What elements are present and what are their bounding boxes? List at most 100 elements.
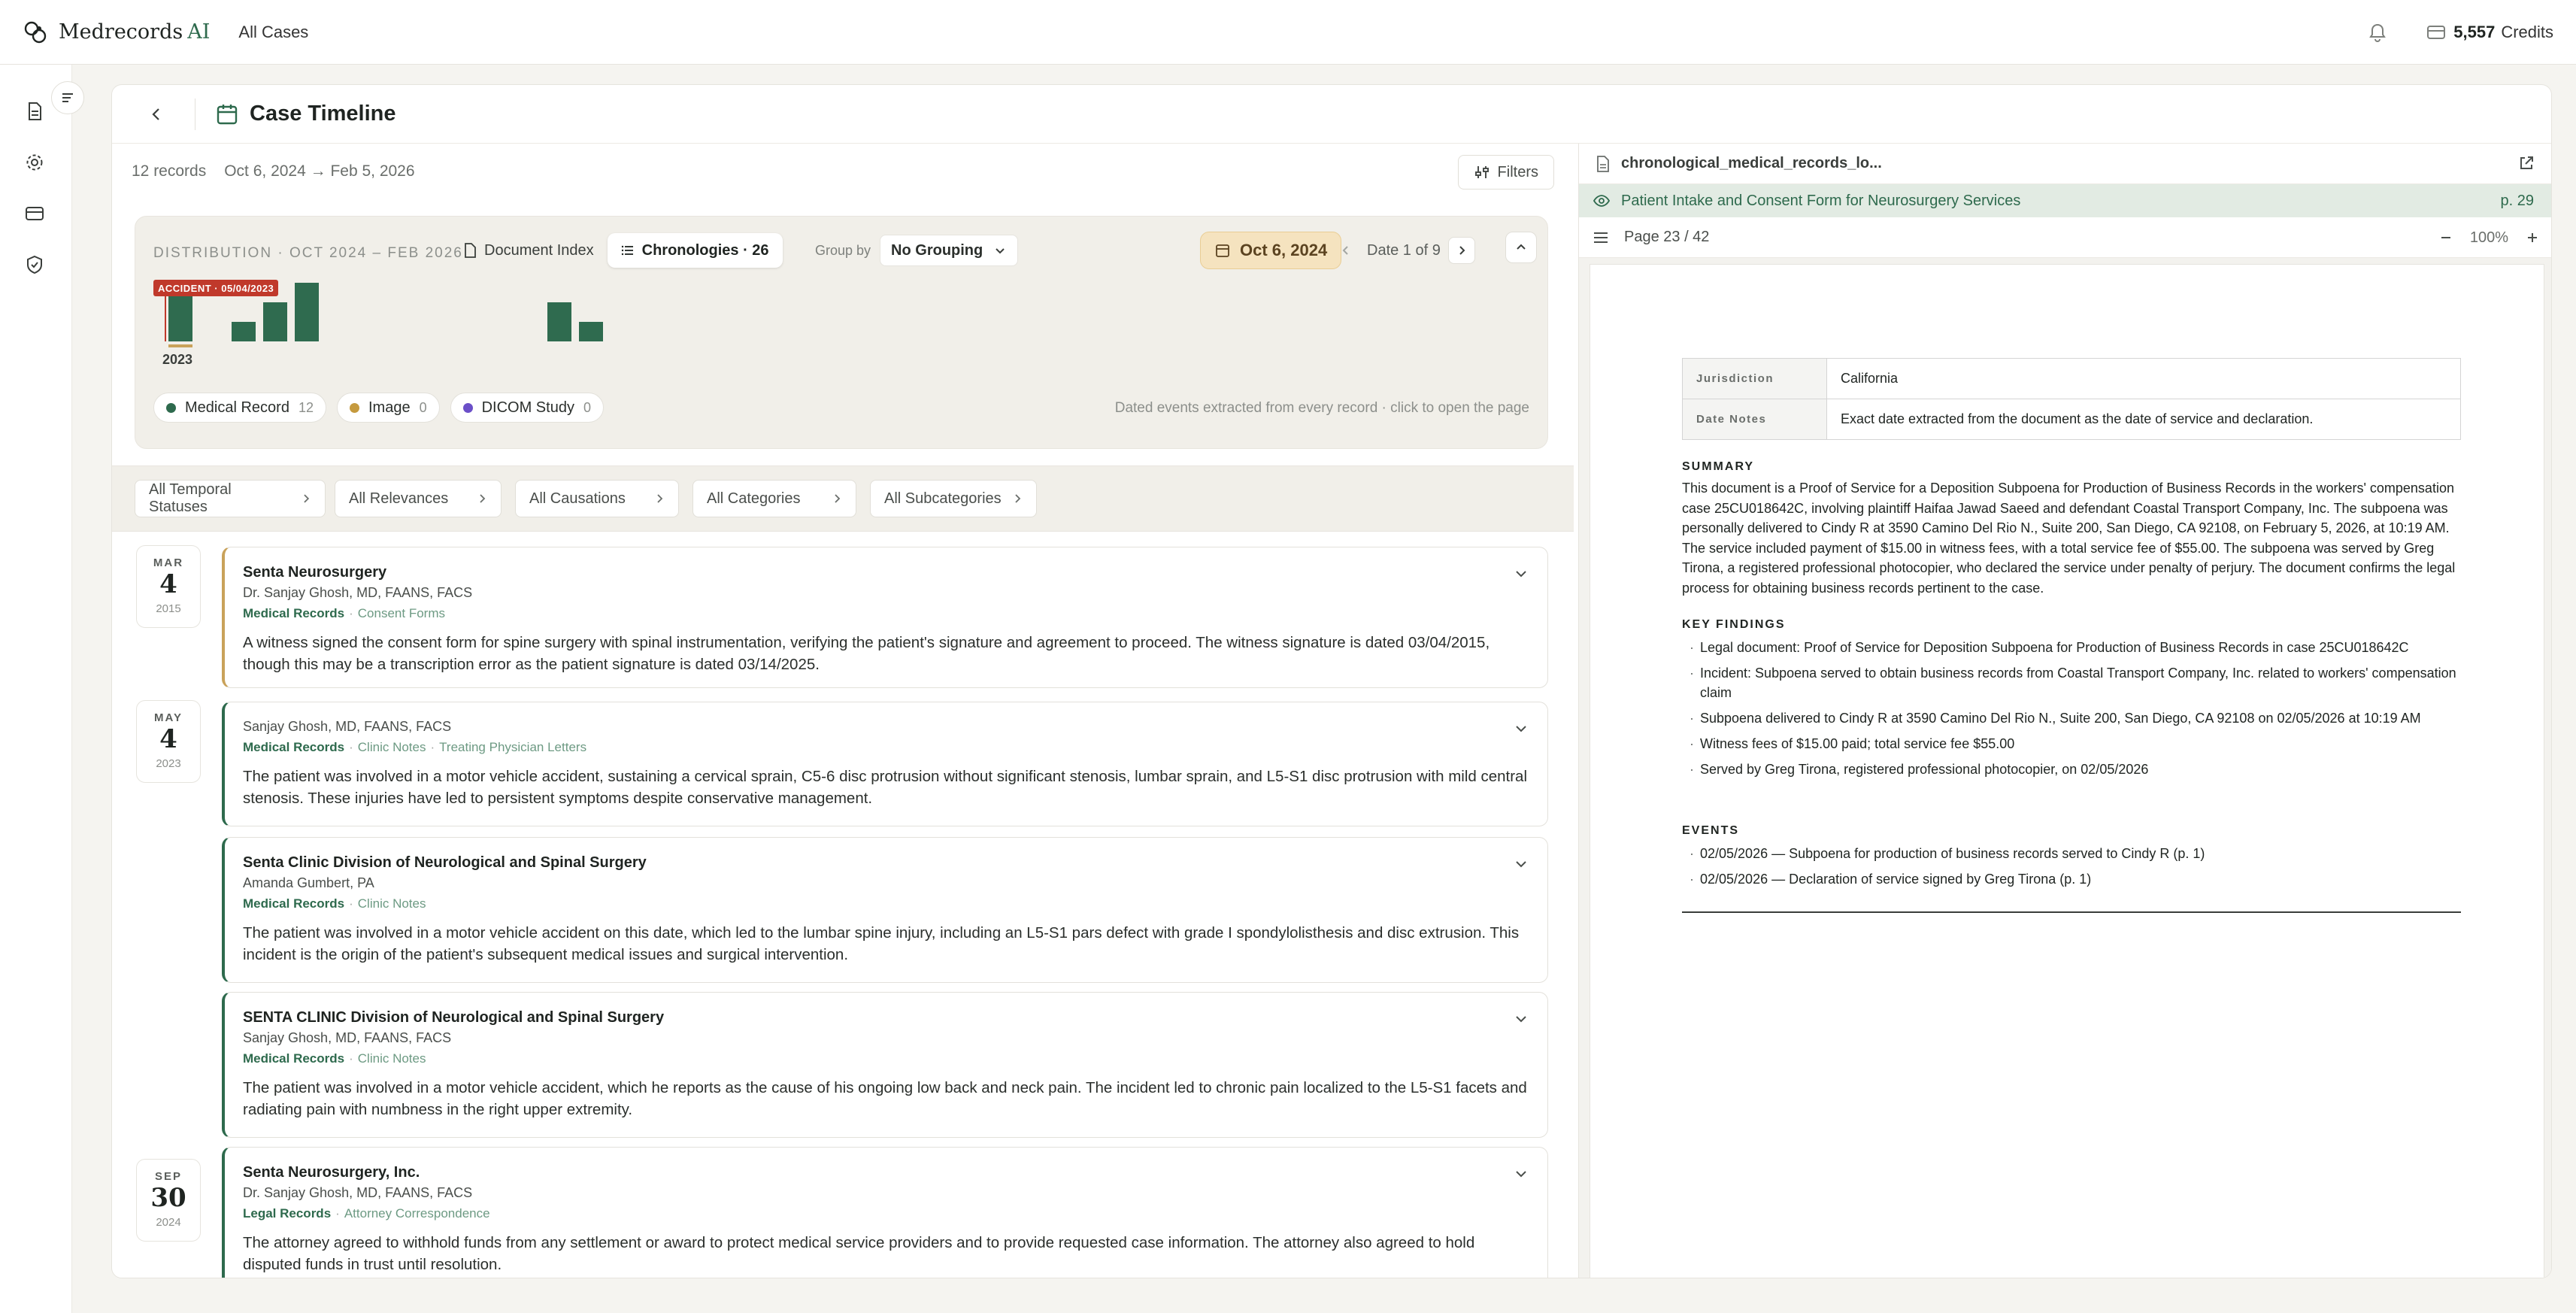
histogram-bar[interactable] [168, 293, 192, 341]
credit-card-icon [2427, 26, 2446, 39]
menu-icon[interactable] [1593, 231, 1609, 244]
sliders-icon [1474, 166, 1489, 178]
record-type-legend: Medical Record 12 Image 0 DICOM Study 0 [153, 393, 614, 423]
document-banner[interactable]: Patient Intake and Consent Form for Neur… [1579, 184, 2551, 217]
zoom-controls: 100% [2438, 217, 2540, 258]
date-position: Date 1 of 9 [1367, 241, 1441, 259]
accident-tag[interactable]: ACCIDENT · 05/04/2023 [153, 280, 279, 296]
legend-dot [462, 402, 473, 413]
list-item: 02/05/2026 — Subpoena for production of … [1690, 844, 2456, 863]
histogram-bar[interactable] [579, 322, 603, 341]
documents-nav[interactable] [21, 98, 48, 125]
timeline-event[interactable]: Senta Neurosurgery Dr. Sanjay Ghosh, MD,… [222, 547, 1548, 688]
zoom-in-icon[interactable] [2525, 230, 2540, 245]
event-tags: Medical Records · Clinic Notes · Treating Ph… [243, 740, 587, 754]
chevron-down-icon[interactable] [1513, 1166, 1529, 1182]
chevron-down-icon[interactable] [1513, 1011, 1529, 1027]
list-item: 02/05/2026 — Declaration of service sign… [1690, 869, 2456, 889]
side-rail [0, 65, 72, 1313]
chevron-right-icon [1459, 246, 1465, 255]
breadcrumb-all-cases[interactable]: All Cases [238, 23, 308, 42]
chevron-right-icon [1015, 494, 1021, 503]
summary-text: This document is a Proof of Service for … [1682, 481, 2456, 596]
event-subcategory: Clinic Notes [357, 896, 426, 911]
credits-display[interactable]: 5,557 Credits [2426, 23, 2553, 42]
billing-nav[interactable] [21, 200, 48, 227]
histogram-bar[interactable] [295, 283, 319, 341]
document-file-name[interactable]: chronological_medical_records_lo... [1621, 155, 1882, 172]
list-item: Served by Greg Tirona, registered profes… [1690, 760, 2456, 779]
document-icon [29, 102, 41, 120]
events-heading: EVENTS [1682, 824, 1740, 837]
filter-subcategory[interactable]: All Subcategories [870, 480, 1037, 517]
chevron-down-icon[interactable] [1513, 566, 1529, 582]
event-facility: Senta Neurosurgery, Inc. [243, 1164, 420, 1181]
date-month: MAR [153, 556, 184, 569]
filter-temporal-status[interactable]: All Temporal Statuses [135, 480, 326, 517]
distribution-title: DISTRIBUTION · OCT 2024 – FEB 2026 [153, 245, 463, 261]
chevron-down-icon[interactable] [1513, 856, 1529, 872]
event-provider: Amanda Gumbert, PA [243, 875, 374, 890]
filter-causation[interactable]: All Causations [515, 480, 679, 517]
filter-relevance[interactable]: All Relevances [335, 480, 502, 517]
histogram-bar[interactable] [547, 302, 571, 341]
logo-icon [24, 21, 47, 43]
credits-label: Credits [2501, 23, 2553, 41]
timeline-event[interactable]: Sanjay Ghosh, MD, FAANS, FACS Medical Re… [222, 702, 1548, 826]
event-tags: Medical Records · Clinic Notes [243, 896, 426, 911]
legend-dicom-study[interactable]: DICOM Study 0 [450, 393, 604, 423]
chevron-down-icon [996, 248, 1005, 254]
current-date-chip[interactable]: Oct 6, 2024 [1200, 232, 1342, 269]
histogram-bar[interactable] [263, 302, 287, 341]
timeline-pane: 12 records Oct 6, 2024 → Feb 5, 2026 Fil… [112, 144, 1574, 1278]
group-by-control: Group by No Grouping [815, 232, 1019, 269]
event-tags: Medical Records · Clinic Notes [243, 1051, 426, 1066]
prev-date-button[interactable] [1332, 237, 1359, 264]
list-item: Witness fees of $15.00 paid; total servi… [1690, 734, 2456, 754]
chevron-left-icon [152, 108, 159, 120]
document-banner-page: p. 29 [2500, 192, 2534, 209]
distribution-panel: DISTRIBUTION · OCT 2024 – FEB 2026 Docum… [135, 216, 1548, 449]
security-nav[interactable] [21, 251, 48, 278]
table-row: Jurisdiction California [1682, 358, 2461, 399]
date-navigator: Date 1 of 9 [1332, 232, 1475, 269]
zoom-out-icon[interactable] [2438, 230, 2453, 245]
legend-label: Medical Record [185, 399, 289, 416]
collapse-distribution-button[interactable] [1505, 232, 1537, 263]
tab-document-index[interactable]: Document Index [450, 233, 608, 268]
key-findings-heading: KEY FINDINGS [1682, 618, 1786, 631]
tab-chronologies-label: Chronologies · 26 [641, 241, 769, 259]
back-button[interactable] [144, 102, 169, 127]
date-day: 4 [159, 724, 177, 754]
histogram-bar[interactable] [232, 322, 256, 341]
event-tags: Legal Records · Attorney Correspondence [243, 1206, 490, 1221]
timeline-event[interactable]: Senta Clinic Division of Neurological an… [222, 837, 1548, 983]
sidebar-toggle-button[interactable] [51, 81, 84, 114]
event-summary: The attorney agreed to withhold funds fr… [243, 1234, 1475, 1273]
timeline-event[interactable]: Senta Neurosurgery, Inc. Dr. Sanjay Ghos… [222, 1147, 1548, 1278]
list-item: Incident: Subpoena served to obtain busi… [1690, 663, 2456, 702]
legend-image[interactable]: Image 0 [336, 393, 440, 423]
date-range: Oct 6, 2024 → Feb 5, 2026 [224, 162, 415, 180]
document-title: Patient Intake and Consent Form for Neur… [1621, 192, 2021, 209]
filter-label: All Categories [707, 490, 801, 507]
legend-dot [349, 402, 359, 413]
next-date-button[interactable] [1447, 237, 1475, 264]
view-toggle: Document Index Chronologies · 26 [450, 232, 783, 269]
chevron-down-icon[interactable] [1513, 720, 1529, 737]
legend-medical-record[interactable]: Medical Record 12 [153, 393, 326, 423]
summary-heading: SUMMARY [1682, 460, 1755, 473]
filters-button[interactable]: Filters [1457, 155, 1554, 190]
settings-nav[interactable] [21, 149, 48, 176]
bell-icon[interactable] [2366, 21, 2389, 44]
list-icon [621, 245, 633, 256]
filter-category[interactable]: All Categories [692, 480, 856, 517]
calendar-icon [217, 104, 238, 124]
brand[interactable]: Medrecords AI [21, 18, 210, 47]
timeline-event[interactable]: SENTA CLINIC Division of Neurological an… [222, 992, 1548, 1138]
external-link-icon[interactable] [2517, 154, 2535, 172]
tab-chronologies[interactable]: Chronologies · 26 [607, 233, 783, 268]
legend-label: Image [368, 399, 411, 416]
menu-lines-icon [62, 93, 73, 102]
group-by-select[interactable]: No Grouping [880, 235, 1019, 266]
